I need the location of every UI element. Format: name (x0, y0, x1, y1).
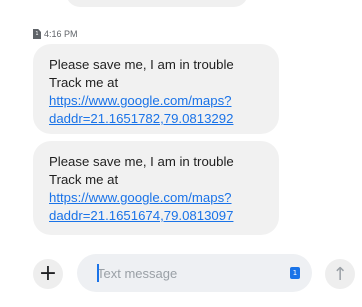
send-button[interactable]: ↑ (325, 259, 355, 289)
message-input-container[interactable]: 1 (77, 254, 312, 292)
arrow-up-icon: ↑ (332, 263, 348, 285)
map-link[interactable]: https://www.google.com/maps?daddr=21.165… (49, 93, 233, 126)
text-cursor (97, 264, 99, 282)
message-timestamp: 4:16 PM (44, 29, 78, 39)
previous-message-bubble (66, 0, 248, 7)
message-text: Please save me, I am in trouble (49, 154, 234, 169)
plus-icon: + (38, 261, 58, 286)
map-link[interactable]: https://www.google.com/maps?daddr=21.165… (49, 190, 233, 223)
message-meta: 1 4:16 PM (33, 29, 78, 39)
message-prefix: Track me at (49, 75, 119, 90)
add-attachment-button[interactable]: + (33, 259, 63, 289)
sim-card-icon: 1 (33, 29, 41, 39)
message-bubble[interactable]: Please save me, I am in trouble Track me… (33, 44, 279, 134)
sim-select-button[interactable]: 1 (290, 267, 300, 279)
message-text: Please save me, I am in trouble (49, 57, 234, 72)
compose-bar: + 1 ↑ (0, 241, 362, 307)
message-input[interactable] (97, 265, 267, 281)
message-prefix: Track me at (49, 172, 119, 187)
sim-badge: 1 (292, 269, 298, 277)
message-bubble[interactable]: Please save me, I am in trouble Track me… (33, 141, 279, 235)
